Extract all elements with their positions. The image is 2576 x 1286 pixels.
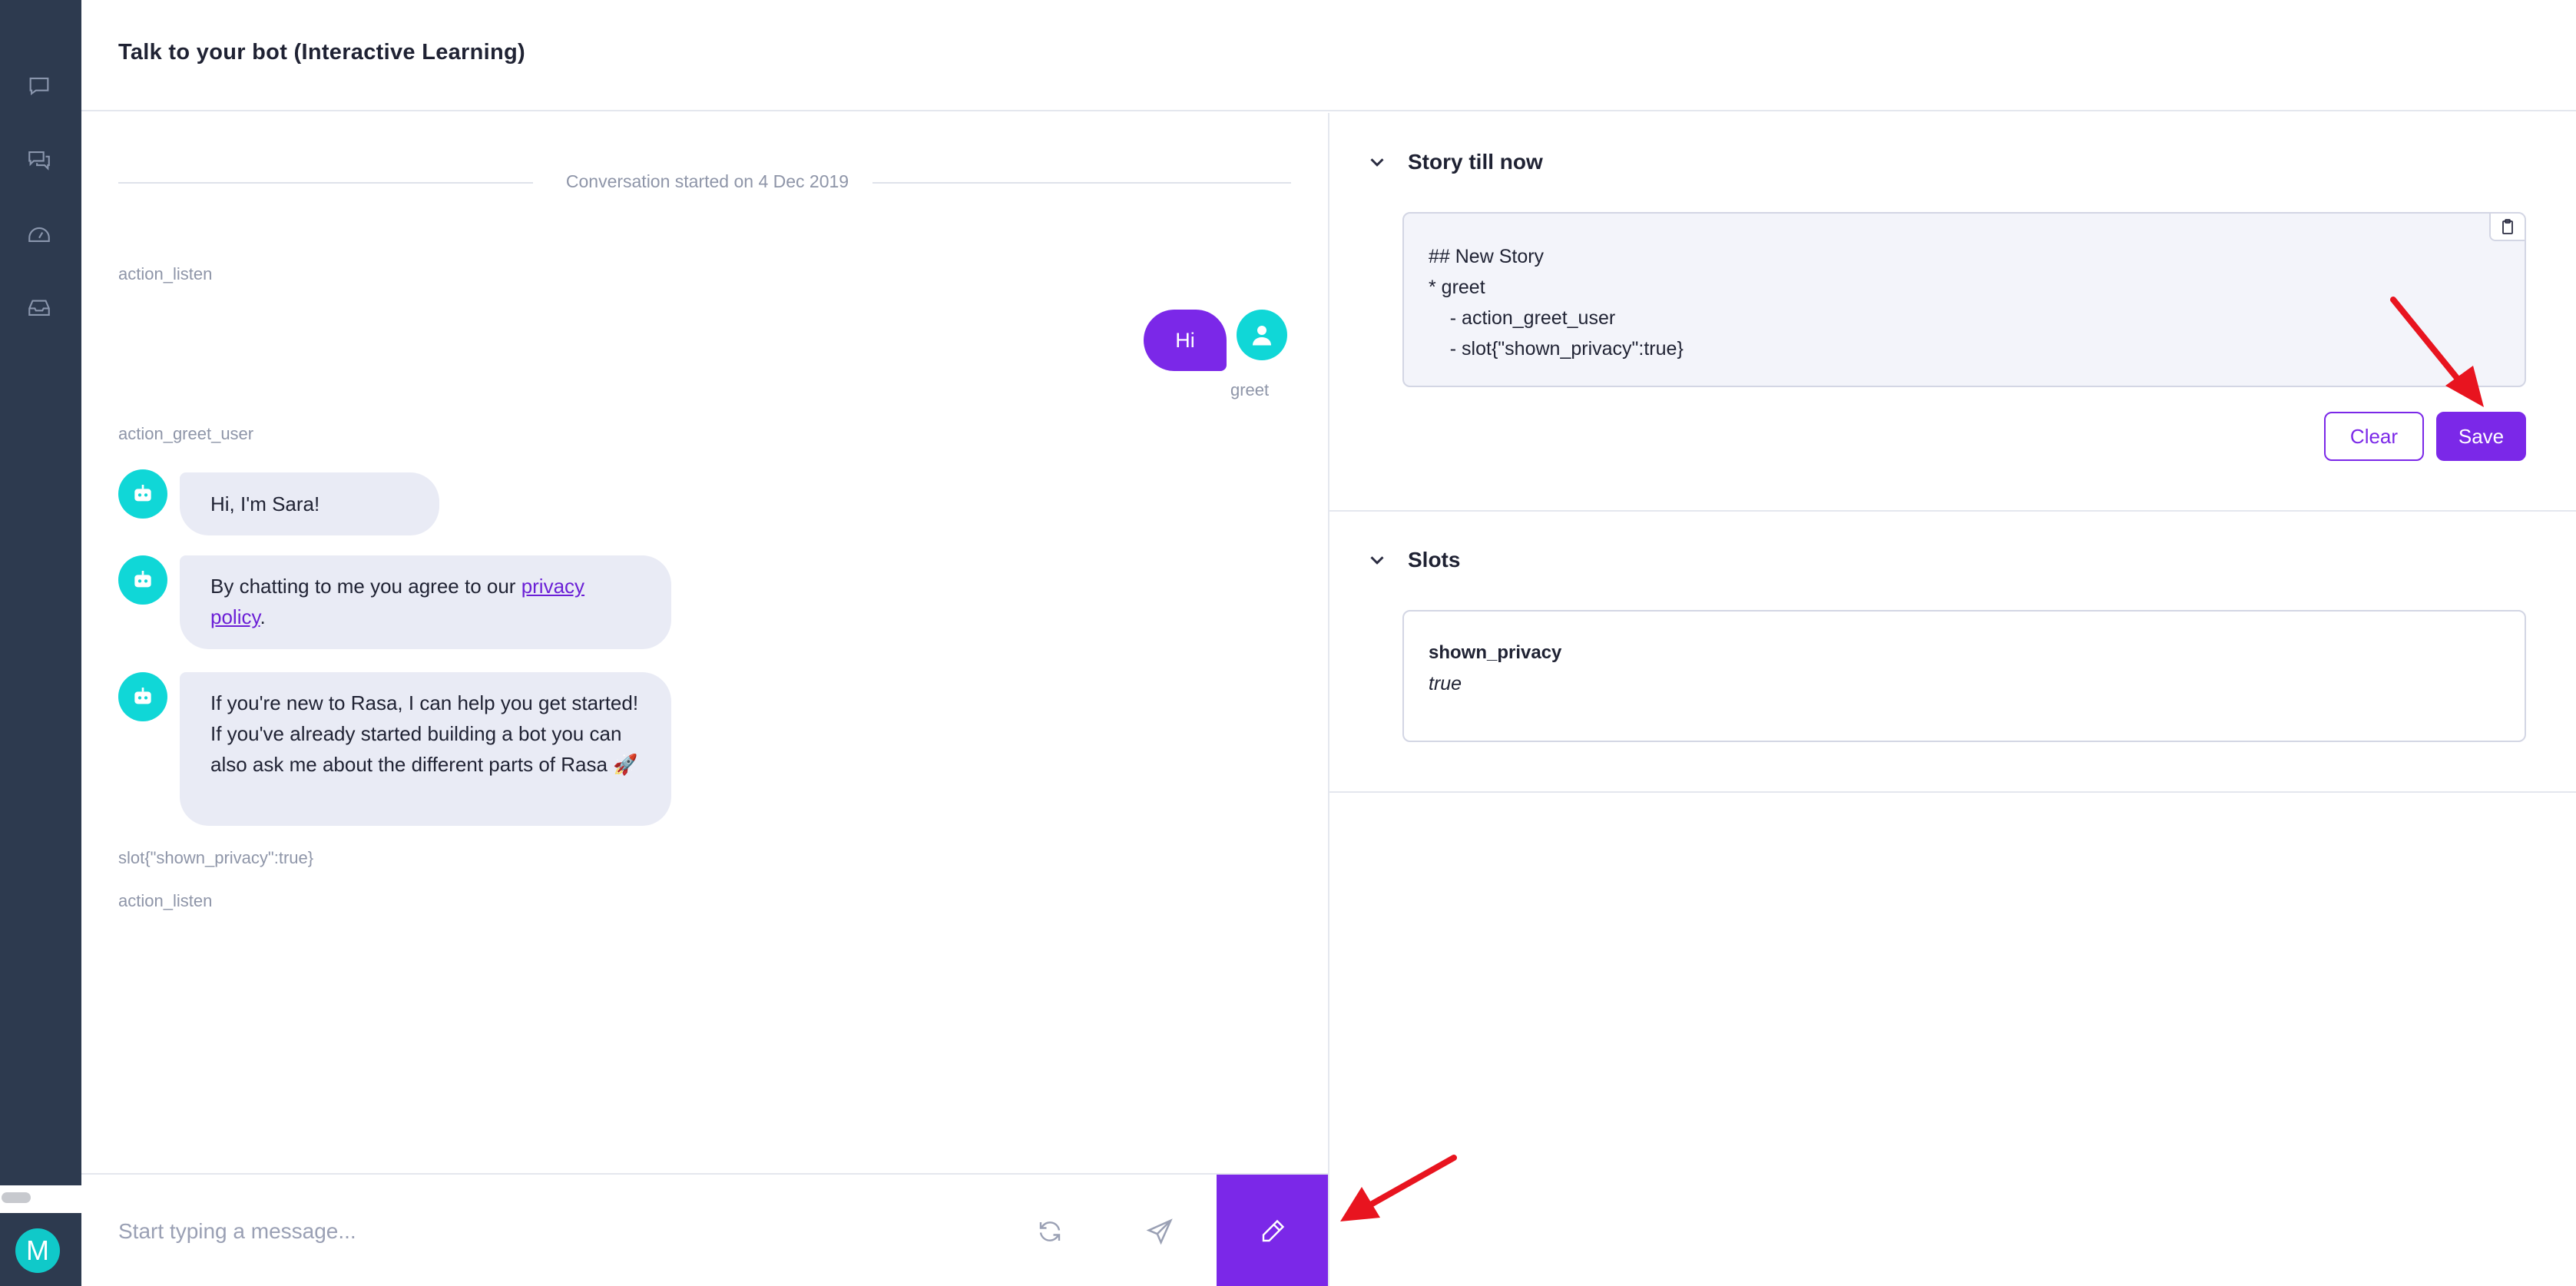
user-avatar-icon	[1237, 310, 1287, 360]
bot-avatar-icon	[118, 469, 167, 519]
clipboard-icon	[2502, 219, 2513, 234]
action-label: action_greet_user	[118, 424, 254, 443]
annotation-arrow-save	[2390, 297, 2484, 407]
copy-button[interactable]	[2489, 214, 2525, 241]
bot-message-bubble: Hi, I'm Sara!	[180, 472, 439, 535]
action-label: action_listen	[118, 891, 213, 910]
dashboard-icon[interactable]	[24, 218, 55, 249]
story-code-box: ## New Story * greet - action_greet_user…	[1402, 212, 2526, 387]
bot-message-bubble: By chatting to me you agree to our priva…	[180, 555, 671, 649]
conversation-started-label: Conversation started on 4 Dec 2019	[565, 171, 849, 191]
story-line: - slot{"shown_privacy":true}	[1429, 338, 1684, 360]
intent-label[interactable]: greet	[1230, 380, 1269, 400]
page-header: Talk to your bot (Interactive Learning)	[81, 0, 2576, 111]
action-label: action_listen	[118, 264, 213, 283]
section-divider	[1329, 791, 2576, 793]
story-section-title[interactable]: Story till now	[1408, 150, 1543, 174]
app: M Talk to your bot (Interactive Learning…	[0, 0, 2576, 1286]
message-text: By chatting to me you agree to our	[210, 575, 521, 598]
edit-story-button[interactable]	[1217, 1175, 1328, 1286]
scrollbar-thumb[interactable]	[2, 1192, 31, 1203]
annotation-arrow-edit	[1340, 1155, 1457, 1221]
divider-right	[872, 182, 1291, 184]
sidebar: M	[0, 0, 81, 1286]
section-divider	[1329, 510, 2576, 512]
story-line: * greet	[1429, 277, 1485, 298]
message-input[interactable]	[118, 1208, 963, 1255]
user-message-bubble: Hi	[1144, 310, 1227, 371]
slot-name: shown_privacy	[1429, 642, 1562, 663]
restart-icon[interactable]	[1027, 1208, 1073, 1255]
send-icon[interactable]	[1137, 1208, 1183, 1255]
sidebar-scrollbar[interactable]	[0, 1185, 81, 1213]
chevron-down-icon[interactable]	[1366, 151, 1389, 174]
story-line: - action_greet_user	[1429, 307, 1616, 329]
chevron-down-icon[interactable]	[1366, 549, 1389, 572]
bot-avatar-icon	[118, 555, 167, 605]
clear-button[interactable]: Clear	[2324, 412, 2424, 461]
chat-icon[interactable]	[24, 71, 55, 101]
bot-message-bubble: If you're new to Rasa, I can help you ge…	[180, 672, 671, 826]
slots-section-title[interactable]: Slots	[1408, 548, 1460, 572]
slots-box: shown_privacy true	[1402, 610, 2526, 742]
slot-value: true	[1429, 673, 1462, 694]
pencil-icon	[1262, 1219, 1284, 1241]
divider-left	[118, 182, 533, 184]
story-line: ## New Story	[1429, 246, 1545, 267]
message-composer	[81, 1173, 1328, 1286]
slot-event-label: slot{"shown_privacy":true}	[118, 848, 314, 867]
chat-panel: Conversation started on 4 Dec 2019 actio…	[81, 113, 1328, 1173]
bot-avatar-icon	[118, 672, 167, 721]
inbox-icon[interactable]	[24, 292, 55, 323]
panel-divider	[1328, 113, 1329, 1286]
save-button[interactable]: Save	[2436, 412, 2526, 461]
message-text: .	[260, 605, 266, 628]
page-title: Talk to your bot (Interactive Learning)	[118, 40, 526, 65]
user-avatar[interactable]: M	[15, 1228, 60, 1273]
conversations-icon[interactable]	[24, 144, 55, 175]
